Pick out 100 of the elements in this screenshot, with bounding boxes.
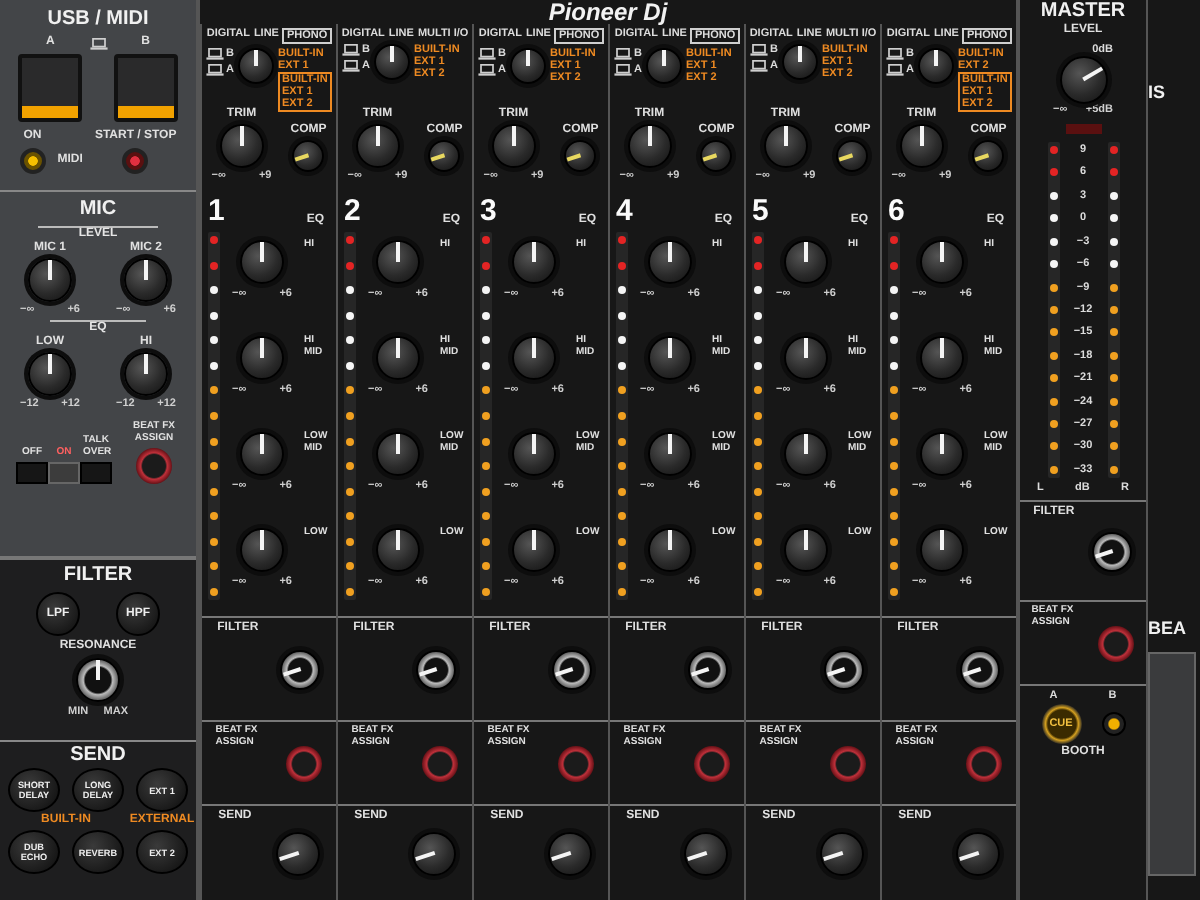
knob[interactable] bbox=[646, 48, 682, 84]
knob[interactable] bbox=[648, 528, 692, 572]
knob[interactable] bbox=[512, 432, 556, 476]
knob[interactable] bbox=[918, 48, 954, 84]
knob[interactable] bbox=[784, 336, 828, 380]
peak-indicator bbox=[1065, 124, 1101, 134]
knob[interactable] bbox=[124, 258, 168, 302]
knob[interactable] bbox=[240, 240, 284, 284]
knob[interactable] bbox=[124, 352, 168, 396]
section-title: MASTER bbox=[1040, 0, 1126, 23]
knob[interactable] bbox=[819, 831, 864, 875]
beat-fx-assign-button[interactable] bbox=[422, 745, 459, 781]
knob[interactable] bbox=[355, 124, 400, 168]
knob[interactable] bbox=[411, 831, 456, 875]
knob[interactable] bbox=[280, 649, 321, 689]
deck-select-button[interactable] bbox=[18, 54, 82, 122]
knob[interactable] bbox=[899, 124, 944, 168]
knob[interactable] bbox=[824, 649, 865, 689]
knob[interactable] bbox=[784, 432, 828, 476]
knob[interactable] bbox=[920, 336, 964, 380]
knob[interactable] bbox=[564, 140, 597, 172]
knob[interactable] bbox=[836, 140, 869, 172]
channel-number: 4 bbox=[616, 196, 633, 228]
knob[interactable] bbox=[920, 432, 964, 476]
laptop-icon bbox=[886, 64, 904, 76]
beat-fx-assign-button[interactable] bbox=[136, 448, 172, 484]
brand-logo: Pioneer Dj bbox=[548, 0, 668, 24]
laptop-icon bbox=[89, 37, 107, 49]
knob[interactable] bbox=[76, 658, 120, 702]
knob[interactable] bbox=[552, 649, 593, 689]
laptop-icon bbox=[342, 44, 360, 56]
knob[interactable] bbox=[648, 240, 692, 284]
knob[interactable] bbox=[688, 649, 729, 689]
knob[interactable] bbox=[1092, 531, 1133, 571]
knob[interactable] bbox=[648, 432, 692, 476]
knob[interactable] bbox=[683, 831, 728, 875]
laptop-icon bbox=[478, 48, 496, 60]
knob[interactable] bbox=[512, 240, 556, 284]
knob[interactable] bbox=[275, 831, 320, 875]
knob[interactable] bbox=[547, 831, 592, 875]
knob[interactable] bbox=[784, 528, 828, 572]
knob[interactable] bbox=[28, 258, 72, 302]
knob[interactable] bbox=[700, 140, 733, 172]
channel-number: 6 bbox=[888, 196, 905, 228]
switch-position[interactable] bbox=[16, 462, 48, 484]
cue-button[interactable] bbox=[1101, 712, 1125, 736]
switch-position[interactable] bbox=[80, 462, 112, 484]
knob[interactable] bbox=[376, 336, 420, 380]
laptop-icon bbox=[206, 64, 224, 76]
knob[interactable] bbox=[784, 240, 828, 284]
beat-fx-assign-button[interactable] bbox=[966, 745, 1003, 781]
switch-position[interactable] bbox=[48, 462, 80, 484]
knob[interactable] bbox=[428, 140, 461, 172]
knob[interactable] bbox=[238, 48, 274, 84]
knob[interactable] bbox=[782, 44, 818, 80]
channel-number: 1 bbox=[208, 196, 225, 228]
knob[interactable] bbox=[416, 649, 457, 689]
laptop-icon bbox=[886, 48, 904, 60]
beat-fx-assign-button[interactable] bbox=[286, 745, 323, 781]
knob[interactable] bbox=[955, 831, 1000, 875]
knob[interactable] bbox=[240, 528, 284, 572]
knob[interactable] bbox=[491, 124, 536, 168]
knob[interactable] bbox=[972, 140, 1005, 172]
knob[interactable] bbox=[763, 124, 808, 168]
start-stop-button[interactable] bbox=[122, 148, 149, 174]
knob[interactable] bbox=[960, 649, 1001, 689]
beat-fx-assign-button[interactable] bbox=[830, 745, 867, 781]
knob[interactable] bbox=[1059, 56, 1107, 104]
channel-number: 5 bbox=[752, 196, 769, 228]
knob[interactable] bbox=[627, 124, 672, 168]
knob[interactable] bbox=[376, 240, 420, 284]
knob[interactable] bbox=[240, 432, 284, 476]
knob[interactable] bbox=[510, 48, 546, 84]
channel-number: 3 bbox=[480, 196, 497, 228]
knob[interactable] bbox=[920, 528, 964, 572]
laptop-icon bbox=[750, 44, 768, 56]
section-title: BEA bbox=[1148, 616, 1187, 640]
knob[interactable] bbox=[374, 44, 410, 80]
knob[interactable] bbox=[648, 336, 692, 380]
section-title: USB / MIDI bbox=[47, 8, 149, 32]
on-button[interactable] bbox=[19, 148, 46, 174]
beat-fx-assign-button[interactable] bbox=[558, 745, 595, 781]
knob[interactable] bbox=[292, 140, 325, 172]
section-title: MIC bbox=[79, 198, 117, 222]
laptop-icon bbox=[614, 64, 632, 76]
beat-fx-assign-button[interactable] bbox=[1098, 625, 1135, 661]
knob[interactable] bbox=[219, 124, 264, 168]
laptop-icon bbox=[614, 48, 632, 60]
knob[interactable] bbox=[376, 528, 420, 572]
knob[interactable] bbox=[920, 240, 964, 284]
knob[interactable] bbox=[28, 352, 72, 396]
laptop-icon bbox=[342, 60, 360, 72]
deck-select-button[interactable] bbox=[114, 54, 178, 122]
section-title: SEND bbox=[70, 744, 126, 768]
knob[interactable] bbox=[512, 336, 556, 380]
knob[interactable] bbox=[512, 528, 556, 572]
knob[interactable] bbox=[376, 432, 420, 476]
channel-number: 2 bbox=[344, 196, 361, 228]
knob[interactable] bbox=[240, 336, 284, 380]
beat-fx-assign-button[interactable] bbox=[694, 745, 731, 781]
